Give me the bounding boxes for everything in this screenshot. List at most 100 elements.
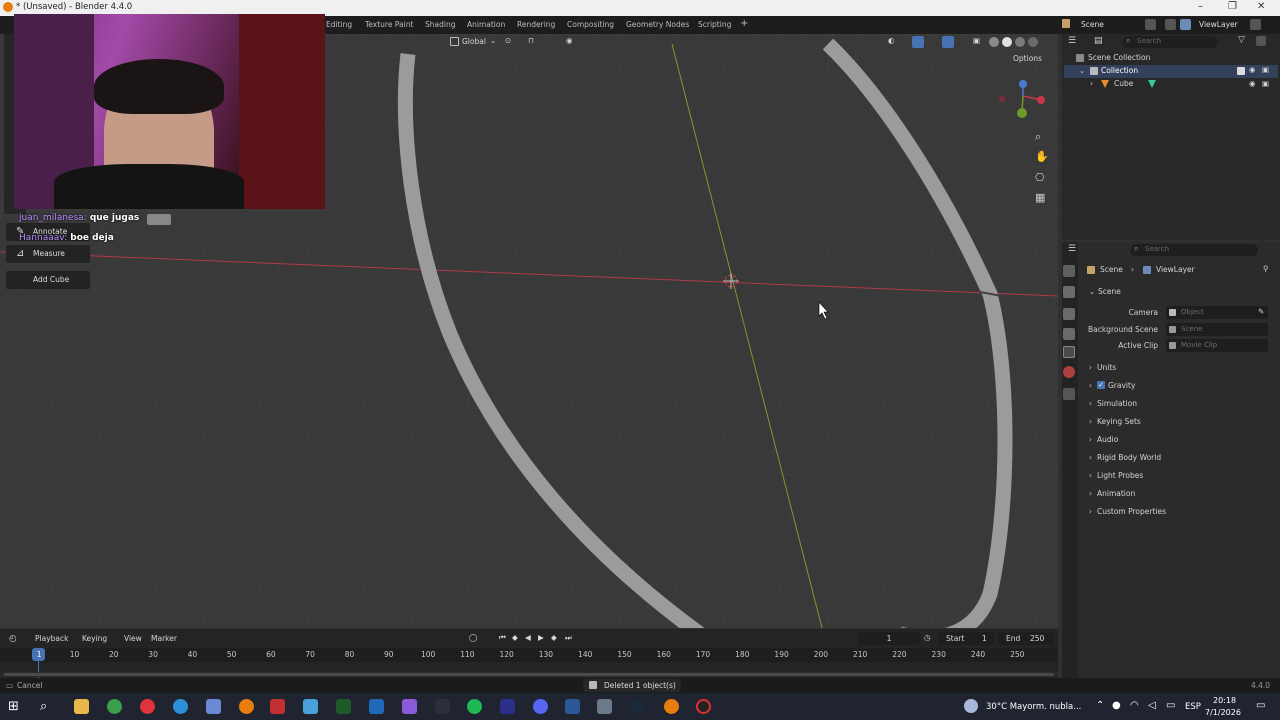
camera-view-icon[interactable]: ⎔ <box>1035 171 1045 184</box>
start-frame-field[interactable]: Start 1 <box>938 632 994 645</box>
tool-tab-icon[interactable] <box>1063 265 1075 277</box>
add-workspace-button[interactable]: + <box>740 18 748 29</box>
timeline-scrollbar-thumb[interactable] <box>4 673 1054 676</box>
word-icon[interactable] <box>565 699 580 714</box>
jump-keyframe-back-icon[interactable]: ◆ <box>512 633 518 642</box>
tab-scripting[interactable]: Scripting <box>698 20 731 29</box>
chrome-icon[interactable] <box>107 699 122 714</box>
delete-scene-icon[interactable] <box>1165 19 1176 30</box>
overlay-toggle-icon[interactable] <box>942 36 954 48</box>
blender-taskbar-icon[interactable] <box>239 699 254 714</box>
navigation-gizmo[interactable] <box>995 76 1051 122</box>
view-menu[interactable]: View <box>124 634 142 643</box>
section-custom-properties[interactable]: Custom Properties <box>1097 507 1166 516</box>
section-simulation[interactable]: Simulation <box>1097 399 1137 408</box>
app-icon[interactable] <box>402 699 417 714</box>
visibility-icon[interactable]: ◐ <box>888 36 895 45</box>
play-reverse-icon[interactable]: ◀ <box>525 633 531 642</box>
new-view-layer-icon[interactable] <box>1250 19 1261 30</box>
gravity-checkbox[interactable]: ✓ <box>1097 381 1105 389</box>
collapse-arrow-icon[interactable]: ⌄ <box>1079 66 1085 75</box>
restore-button[interactable]: ❐ <box>1228 1 1237 12</box>
close-button[interactable]: ✕ <box>1257 1 1265 12</box>
rendered-shading-icon[interactable] <box>1028 37 1038 47</box>
orientation-dropdown[interactable]: Global <box>462 37 486 46</box>
outliner-editor-type-icon[interactable]: ☰ <box>1068 36 1076 46</box>
outliner-cube[interactable]: Cube <box>1114 79 1133 88</box>
world-tab-icon[interactable] <box>1063 366 1075 378</box>
background-scene-field[interactable]: Scene <box>1166 323 1268 336</box>
after-effects-icon[interactable] <box>500 699 515 714</box>
playback-menu[interactable]: Playback <box>35 634 68 643</box>
scene-panel-header[interactable]: Scene <box>1098 287 1121 296</box>
steam-icon[interactable] <box>630 699 645 714</box>
clock-time[interactable]: 20:18 <box>1213 696 1236 705</box>
ortho-grid-icon[interactable]: ▦ <box>1035 191 1045 204</box>
section-units[interactable]: Units <box>1097 363 1116 372</box>
section-keying-sets[interactable]: Keying Sets <box>1097 417 1141 426</box>
edge-icon[interactable] <box>173 699 188 714</box>
eye-icon[interactable]: ◉ <box>1249 65 1256 74</box>
section-rigid-body-world[interactable]: Rigid Body World <box>1097 453 1161 462</box>
active-clip-field[interactable]: Movie Clip <box>1166 339 1268 352</box>
expand-arrow-icon[interactable]: › <box>1090 79 1093 88</box>
scene-selector[interactable]: Scene <box>1081 20 1104 29</box>
stopwatch-icon[interactable]: ◷ <box>924 633 931 642</box>
new-collection-icon[interactable] <box>1256 36 1266 46</box>
add-cube-tool[interactable]: Add Cube <box>6 271 90 289</box>
collection-tab-icon[interactable] <box>1063 388 1075 400</box>
battery-icon[interactable]: ▭ <box>1166 700 1175 711</box>
material-shading-icon[interactable] <box>1015 37 1025 47</box>
zoom-icon[interactable]: ⌕ <box>1035 130 1041 144</box>
proportional-editing-icon[interactable]: ◉ <box>566 36 573 45</box>
properties-search-input[interactable]: ⌕ Search <box>1130 244 1258 256</box>
volume-icon[interactable]: ◁ <box>1148 700 1156 711</box>
outliner-search-input[interactable]: ⌕ Search <box>1122 36 1218 48</box>
tray-chevron-icon[interactable]: ⌃ <box>1096 700 1104 711</box>
timeline-scrollbar[interactable] <box>0 672 1058 677</box>
spotify-icon[interactable] <box>467 699 482 714</box>
section-animation[interactable]: Animation <box>1097 489 1135 498</box>
end-frame-field[interactable]: End 250 <box>998 632 1054 645</box>
render-tab-icon[interactable] <box>1063 286 1075 298</box>
jump-end-icon[interactable]: ⏭ <box>565 633 572 643</box>
discord-icon[interactable] <box>533 699 548 714</box>
exclude-checkbox-icon[interactable] <box>1237 67 1245 75</box>
tab-shading[interactable]: Shading <box>425 20 455 29</box>
windows-start-icon[interactable]: ⊞ <box>8 699 23 714</box>
tab-compositing[interactable]: Compositing <box>567 20 614 29</box>
xray-icon[interactable]: ▣ <box>973 36 980 45</box>
painter-icon[interactable] <box>336 699 351 714</box>
section-light-probes[interactable]: Light Probes <box>1097 471 1143 480</box>
blender-running-icon[interactable] <box>664 699 679 714</box>
notifications-icon[interactable]: ▭ <box>1256 700 1265 711</box>
camera-render-icon[interactable]: ▣ <box>1262 79 1269 88</box>
solid-shading-icon[interactable] <box>1002 37 1012 47</box>
pin-icon[interactable]: ⚲ <box>1263 264 1269 273</box>
opera-icon[interactable] <box>140 699 155 714</box>
jump-keyframe-forward-icon[interactable]: ◆ <box>551 633 557 642</box>
tab-rendering[interactable]: Rendering <box>517 20 555 29</box>
photos-icon[interactable] <box>303 699 318 714</box>
section-audio[interactable]: Audio <box>1097 435 1118 444</box>
camera-field[interactable]: Object <box>1166 306 1268 319</box>
file-explorer-icon[interactable] <box>74 699 89 714</box>
language-indicator[interactable]: ESP <box>1185 702 1201 712</box>
gizmo-toggle-icon[interactable] <box>912 36 924 48</box>
eyedropper-icon[interactable]: ✎ <box>1258 307 1264 316</box>
search-icon[interactable]: ⌕ <box>40 699 55 714</box>
app-icon[interactable] <box>435 699 450 714</box>
section-gravity[interactable]: Gravity <box>1108 381 1135 390</box>
minimize-button[interactable]: – <box>1198 1 1203 12</box>
properties-editor-type-icon[interactable]: ☰ <box>1068 244 1076 254</box>
tab-texture-paint[interactable]: Texture Paint <box>365 20 413 29</box>
record-icon[interactable]: ◯ <box>469 633 477 642</box>
recorder-icon[interactable] <box>270 699 285 714</box>
tab-animation[interactable]: Animation <box>467 20 505 29</box>
microphone-icon[interactable]: ● <box>1112 700 1121 711</box>
view-layer-selector[interactable]: ViewLayer <box>1199 20 1238 29</box>
clock-date[interactable]: 7/1/2026 <box>1205 708 1241 717</box>
keying-menu[interactable]: Keying <box>82 634 107 643</box>
jump-start-icon[interactable]: ⏮ <box>499 633 506 643</box>
filter-icon[interactable]: ▽ <box>1238 35 1245 45</box>
